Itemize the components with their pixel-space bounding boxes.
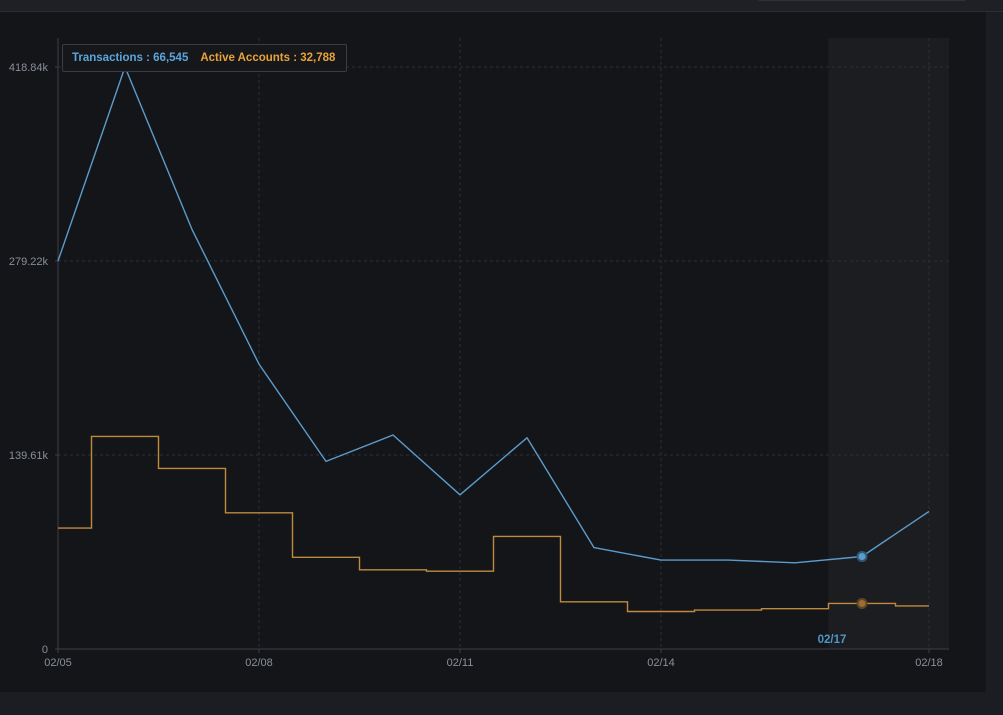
tick-labels: 0 139.61k 279.22k 418.84k 02/05 02/08 02/11 02/… bbox=[9, 62, 943, 669]
series-layer bbox=[57, 66, 930, 613]
y-tick-label: 279.22k bbox=[9, 256, 49, 268]
y-tick-label: 139.61k bbox=[9, 450, 49, 462]
x-tick-label: 02/05 bbox=[44, 657, 72, 669]
x-tick-label: 02/18 bbox=[915, 657, 943, 669]
tooltip-active-accounts: Active Accounts : 32,788 bbox=[200, 52, 336, 64]
chart-tooltip: Transactions : 66,545 Active Accounts : … bbox=[62, 44, 348, 72]
marker-transactions bbox=[856, 551, 868, 563]
grid bbox=[58, 38, 949, 649]
x-tick-label: 02/14 bbox=[647, 657, 675, 669]
y-tick-label: 0 bbox=[42, 644, 48, 656]
chart-canvas[interactable]: 0 139.61k 279.22k 418.84k 02/05 02/08 02/11 02/… bbox=[0, 0, 1003, 715]
x-tick-label: 02/11 bbox=[447, 657, 474, 669]
series-line-transactions bbox=[57, 66, 930, 564]
x-tick-label: 02/08 bbox=[245, 657, 273, 669]
series-line-active-accounts bbox=[58, 435, 929, 613]
marker-active-accounts bbox=[856, 597, 868, 609]
hover-date-label: 02/17 bbox=[818, 634, 847, 646]
y-tick-label: 418.84k bbox=[9, 62, 49, 74]
tooltip-transactions: Transactions : 66,545 bbox=[72, 52, 189, 64]
